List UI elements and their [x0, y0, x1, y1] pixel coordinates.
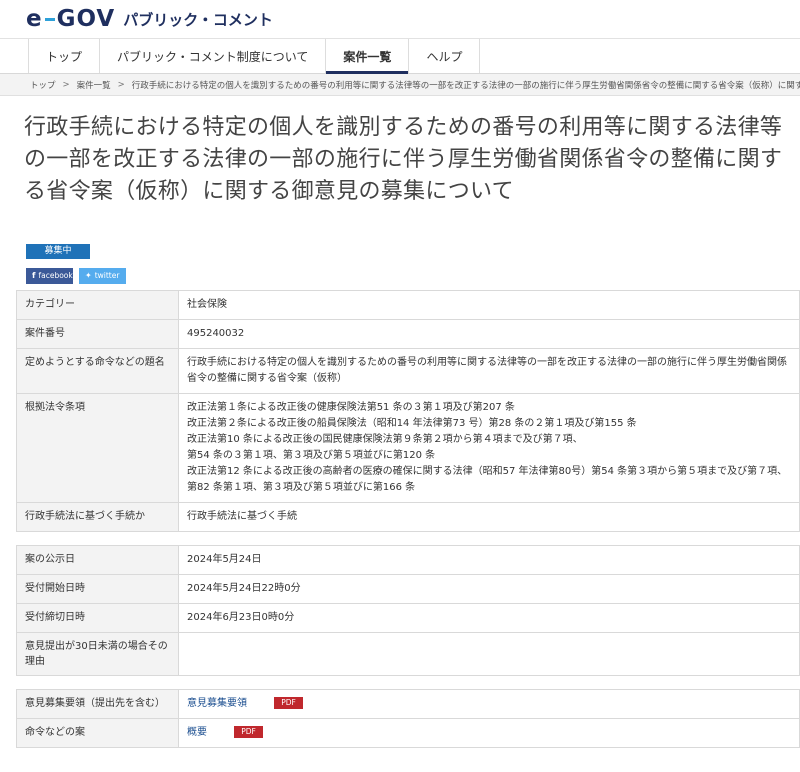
facebook-icon: f — [32, 271, 36, 280]
subject-value: 行政手続における特定の個人を識別するための番号の利用等に関する法律等の一部を改正… — [178, 348, 800, 394]
facebook-label: facebook — [38, 271, 73, 280]
basis-line: 改正法第12 条による改正後の高齢者の医療の確保に関する法律（昭和57 年法律第… — [187, 466, 788, 493]
nav-about[interactable]: パブリック・コメント制度について — [100, 39, 327, 73]
end-datetime-label: 受付締切日時 — [16, 603, 179, 633]
guide-link[interactable]: 意見募集要領 — [187, 698, 247, 709]
draft-value: 概要 PDF — [178, 718, 800, 748]
table-row: 根拠法令条項 改正法第１条による改正後の健康保険法第51 条の３第１項及び第20… — [16, 393, 800, 503]
nav-help[interactable]: ヘルプ — [409, 39, 481, 73]
logo-gov: GOV — [56, 6, 116, 32]
page-title: 行政手続における特定の個人を識別するための番号の利用等に関する法律等の一部を改正… — [24, 115, 783, 204]
basis-line: 第54 条の３第１項、第３項及び第５項並びに第120 条 — [187, 450, 436, 461]
pdf-icon[interactable]: PDF — [234, 726, 263, 738]
category-value: 社会保険 — [178, 290, 800, 320]
egov-logo[interactable]: e GOV — [26, 6, 115, 32]
breadcrumb-separator-icon: > — [62, 79, 70, 90]
announce-date-value: 2024年5月24日 — [178, 545, 800, 575]
breadcrumb-top[interactable]: トップ — [30, 79, 56, 91]
table-row: 行政手続法に基づく手続か 行政手続法に基づく手続 — [16, 502, 800, 532]
case-number-label: 案件番号 — [16, 319, 179, 349]
table-row: 案の公示日 2024年5月24日 — [16, 545, 800, 575]
twitter-icon: ✦ — [85, 271, 92, 280]
breadcrumb-separator-icon: > — [117, 79, 125, 90]
reason-label: 意見提出が30日未満の場合その理由 — [16, 632, 179, 676]
twitter-label: twitter — [94, 271, 120, 280]
breadcrumb-case-list[interactable]: 案件一覧 — [77, 79, 111, 91]
basis-line: 改正法第１条による改正後の健康保険法第51 条の３第１項及び第207 条 — [187, 402, 515, 413]
twitter-share-button[interactable]: ✦ twitter — [79, 268, 126, 284]
table-row: 意見提出が30日未満の場合その理由 — [16, 632, 800, 676]
share-buttons: f facebook ✦ twitter — [26, 268, 800, 284]
draft-label: 命令などの案 — [16, 718, 179, 748]
table-row: 意見募集要領（提出先を含む） 意見募集要領 PDF — [16, 689, 800, 719]
case-info-table: カテゴリー 社会保険 案件番号 495240032 定めようとする命令などの題名… — [16, 290, 800, 532]
main-nav: トップ パブリック・コメント制度について 案件一覧 ヘルプ — [0, 38, 800, 74]
breadcrumb: トップ > 案件一覧 > 行政手続における特定の個人を識別するための番号の利用等… — [0, 74, 800, 96]
basis-label: 根拠法令条項 — [16, 393, 179, 503]
subject-label: 定めようとする命令などの題名 — [16, 348, 179, 394]
draft-summary-link[interactable]: 概要 — [187, 727, 207, 738]
logo-dash — [44, 17, 55, 21]
facebook-share-button[interactable]: f facebook — [26, 268, 73, 284]
table-row: 定めようとする命令などの題名 行政手続における特定の個人を識別するための番号の利… — [16, 348, 800, 394]
category-label: カテゴリー — [16, 290, 179, 320]
start-datetime-value: 2024年5月24日22時0分 — [178, 574, 800, 604]
guide-label: 意見募集要領（提出先を含む） — [16, 689, 179, 719]
logo-subtitle[interactable]: パブリック・コメント — [123, 9, 273, 30]
case-number-value: 495240032 — [178, 319, 800, 349]
basis-line: 改正法第10 条による改正後の国民健康保険法第９条第２項から第４項まで及び第７項… — [187, 434, 583, 445]
basis-line: 改正法第２条による改正後の船員保険法（昭和14 年法律第73 号）第28 条の２… — [187, 418, 637, 429]
table-row: 命令などの案 概要 PDF — [16, 718, 800, 748]
start-datetime-label: 受付開始日時 — [16, 574, 179, 604]
logo-e: e — [26, 6, 43, 32]
nav-case-list[interactable]: 案件一覧 — [326, 39, 410, 74]
guide-value: 意見募集要領 PDF — [178, 689, 800, 719]
pdf-icon[interactable]: PDF — [274, 697, 303, 709]
reason-value — [178, 632, 800, 676]
table-row: カテゴリー 社会保険 — [16, 290, 800, 320]
end-datetime-value: 2024年6月23日0時0分 — [178, 603, 800, 633]
table-row: 案件番号 495240032 — [16, 319, 800, 349]
date-table: 案の公示日 2024年5月24日 受付開始日時 2024年5月24日22時0分 … — [16, 545, 800, 676]
procedure-value: 行政手続法に基づく手続 — [178, 502, 800, 532]
site-header: e GOV パブリック・コメント — [0, 0, 800, 38]
basis-value: 改正法第１条による改正後の健康保険法第51 条の３第１項及び第207 条 改正法… — [178, 393, 800, 503]
nav-top[interactable]: トップ — [28, 39, 101, 73]
announce-date-label: 案の公示日 — [16, 545, 179, 575]
status-badge: 募集中 — [26, 244, 90, 259]
documents-table: 意見募集要領（提出先を含む） 意見募集要領 PDF 命令などの案 概要 PDF — [16, 689, 800, 748]
table-row: 受付開始日時 2024年5月24日22時0分 — [16, 574, 800, 604]
procedure-label: 行政手続法に基づく手続か — [16, 502, 179, 532]
table-row: 受付締切日時 2024年6月23日0時0分 — [16, 603, 800, 633]
breadcrumb-current: 行政手続における特定の個人を識別するための番号の利用等に関する法律等の一部を改正… — [131, 80, 800, 91]
